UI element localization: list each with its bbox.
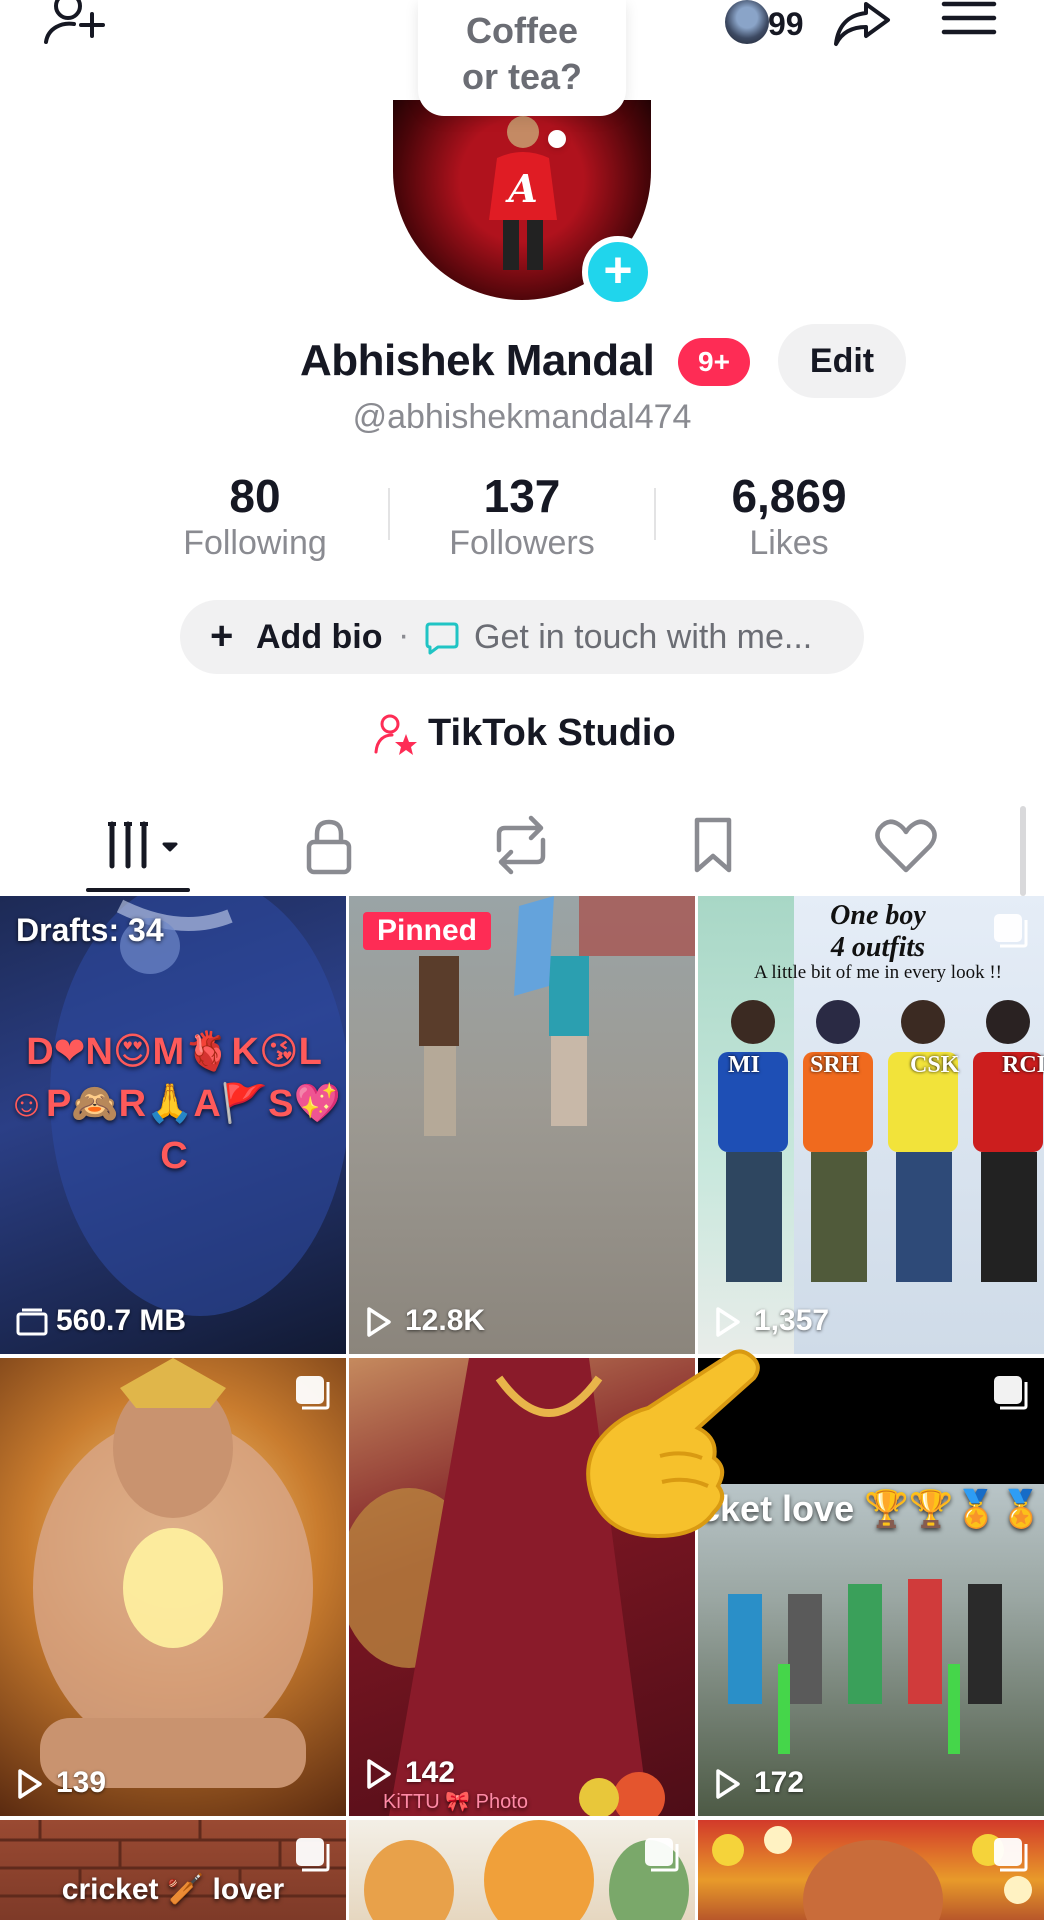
tabs-scrollbar[interactable] xyxy=(1020,806,1026,896)
profile-handle: @abhishekmandal474 xyxy=(352,398,692,436)
edit-profile-button[interactable]: Edit xyxy=(778,324,906,398)
stat-followers-label: Followers xyxy=(449,524,595,562)
visitor-count: 99 xyxy=(768,6,804,42)
multi-photo-icon xyxy=(296,1838,330,1872)
avatar-add-button[interactable]: + xyxy=(582,236,654,308)
play-icon xyxy=(716,1307,740,1337)
stat-likes-value: 6,869 xyxy=(731,470,847,522)
notification-badge[interactable]: 9+ xyxy=(678,338,750,386)
label-rci: RCI xyxy=(1002,1052,1044,1078)
multi-photo-icon xyxy=(994,1838,1028,1872)
flowers-deity-video-tile[interactable] xyxy=(698,1820,1044,1920)
chat-bubble-icon xyxy=(425,622,459,655)
pinned-badge: Pinned xyxy=(363,912,492,950)
stat-divider xyxy=(388,488,390,540)
hanuman-artwork-image xyxy=(33,1358,313,1788)
profile-stats: 80 Following 137 Followers 6,869 Likes xyxy=(0,470,1044,570)
pinned-views-value: 12.8K xyxy=(405,1304,486,1337)
tiktok-studio-label: TikTok Studio xyxy=(428,712,676,754)
outfits-video-tile[interactable]: One boy 4 outfits A little bit of me in … xyxy=(698,896,1044,1354)
tab-videos-grid-icon[interactable] xyxy=(86,810,206,880)
note-bubble-text: Coffee or tea? xyxy=(461,10,583,97)
pinned-video-tile[interactable]: Pinned 12.8K xyxy=(349,896,695,1354)
stat-following[interactable]: 80 Following xyxy=(135,470,375,564)
devotional-video-tile[interactable] xyxy=(349,1820,695,1920)
stat-following-value: 80 xyxy=(229,470,281,522)
hanuman-video-tile[interactable]: 139 xyxy=(0,1358,346,1816)
boys-street-image xyxy=(419,896,695,1136)
stat-likes-label: Likes xyxy=(749,524,829,562)
svg-text:A: A xyxy=(505,166,537,211)
share-icon[interactable] xyxy=(830,0,894,48)
outfits-views-value: 1,357 xyxy=(754,1304,830,1337)
stat-followers-value: 137 xyxy=(483,470,561,522)
bubble-tail-dot xyxy=(548,130,566,148)
plus-icon: + xyxy=(210,614,234,658)
add-bio-label[interactable]: Add bio xyxy=(256,618,383,657)
dress-views-value: 142 xyxy=(405,1756,456,1789)
cricket-lover-caption: cricket 🏏 lover xyxy=(61,1873,285,1906)
name-row: Abhishek Mandal 9+ Edit xyxy=(0,324,1044,398)
studio-user-star-icon xyxy=(374,714,417,755)
play-icon xyxy=(367,1307,391,1337)
get-in-touch-link[interactable]: Get in touch with me... xyxy=(474,618,812,657)
note-bubble[interactable]: Coffee or tea? xyxy=(418,0,626,116)
folder-icon xyxy=(16,1308,48,1336)
video-grid: Drafts: 34 D❤N😍M🫀K😘L ☺P🙈R🙏A🚩S💖 C 560.7 M… xyxy=(0,896,1044,1920)
stat-divider xyxy=(654,488,656,540)
drafts-tile[interactable]: Drafts: 34 D❤N😍M🫀K😘L ☺P🙈R🙏A🚩S💖 C 560.7 M… xyxy=(0,896,346,1354)
play-icon xyxy=(367,1759,391,1789)
label-mi: MI xyxy=(728,1052,760,1078)
multi-photo-icon xyxy=(296,1376,330,1410)
tab-private-lock-icon[interactable] xyxy=(269,810,389,880)
stat-followers[interactable]: 137 Followers xyxy=(402,470,642,564)
multi-photo-icon xyxy=(994,1376,1028,1410)
story-avatar[interactable] xyxy=(725,0,769,44)
multi-photo-icon xyxy=(645,1838,679,1872)
play-icon xyxy=(18,1769,42,1799)
play-icon xyxy=(716,1769,740,1799)
multi-photo-icon xyxy=(994,914,1028,948)
label-srh: SRH xyxy=(810,1052,860,1078)
bio-pill[interactable]: + Add bio · Get in touch with me... xyxy=(180,600,864,674)
tab-liked-heart-icon[interactable] xyxy=(846,810,966,880)
stat-likes[interactable]: 6,869 Likes xyxy=(669,470,909,564)
tab-reposts-icon[interactable] xyxy=(461,810,581,880)
drafts-caption: D❤N😍M🫀K😘L ☺P🙈R🙏A🚩S💖 C xyxy=(7,1031,341,1177)
tiktok-studio-link[interactable]: TikTok Studio xyxy=(0,708,1044,762)
label-csk: CSK xyxy=(910,1052,960,1078)
four-outfits-illustration xyxy=(718,1000,1043,1282)
pointing-hand-emoji-icon xyxy=(586,1349,760,1539)
bio-separator: · xyxy=(398,616,410,654)
stat-following-label: Following xyxy=(183,524,327,562)
add-friend-icon[interactable] xyxy=(40,0,110,50)
dress-footer-text: KiTTU 🎀 Photo xyxy=(383,1791,528,1813)
menu-icon[interactable] xyxy=(940,0,998,40)
hanuman-views-value: 139 xyxy=(56,1766,107,1799)
drafts-size-value: 560.7 MB xyxy=(56,1304,187,1337)
content-tabs xyxy=(0,800,1044,896)
outfits-title-2: 4 outfits xyxy=(830,932,926,963)
tab-favorites-bookmark-icon[interactable] xyxy=(653,810,773,880)
outfits-title-1: One boy xyxy=(830,900,926,931)
cricket-group-views-value: 172 xyxy=(754,1766,805,1799)
outfits-subtitle: A little bit of me in every look !! xyxy=(753,962,1002,983)
drafts-count: Drafts: 34 xyxy=(16,912,164,948)
cricket-lover-video-tile[interactable]: cricket 🏏 lover xyxy=(0,1820,346,1920)
profile-name: Abhishek Mandal xyxy=(300,336,655,385)
active-tab-indicator xyxy=(86,888,190,892)
